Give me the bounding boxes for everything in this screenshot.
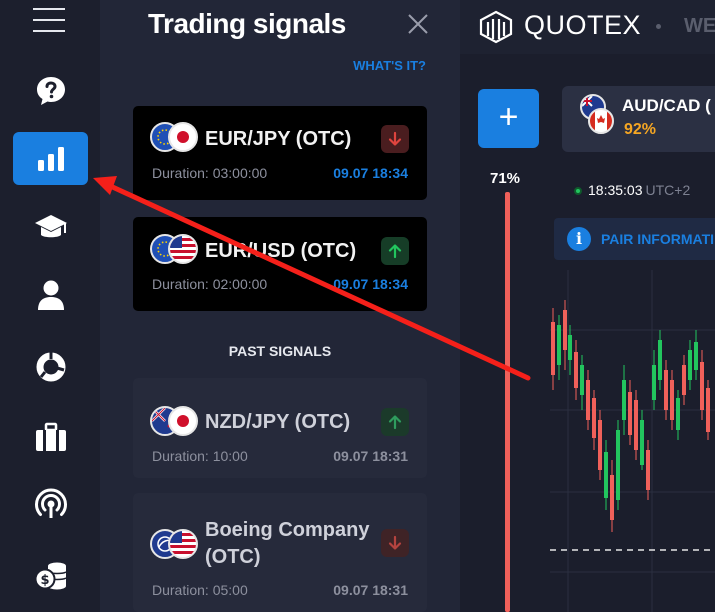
app-root: $ Trading signals WHAT'S IT? EUR/JPY (OT… — [0, 0, 715, 612]
annotation-arrow — [93, 176, 531, 381]
